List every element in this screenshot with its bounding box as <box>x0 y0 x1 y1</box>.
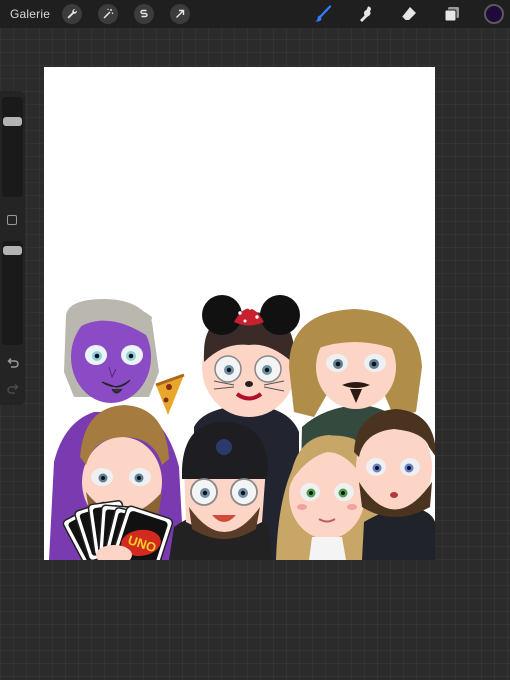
magic-wand-icon <box>103 8 114 19</box>
cartoon-group-artwork: UNO <box>49 295 435 560</box>
actions-wrench-button[interactable] <box>62 4 83 24</box>
layers-icon <box>444 7 459 22</box>
smudge-tool-button[interactable] <box>355 3 377 25</box>
eraser-icon <box>401 7 416 21</box>
brush-size-slider[interactable] <box>2 97 23 197</box>
brush-tool-button[interactable] <box>312 3 334 25</box>
wrench-icon <box>67 9 77 19</box>
opacity-handle[interactable] <box>3 246 22 255</box>
transform-button[interactable] <box>170 4 191 24</box>
smudge-icon <box>360 6 371 22</box>
opacity-slider[interactable] <box>2 241 23 345</box>
redo-icon[interactable] <box>6 383 20 395</box>
beanie-character <box>169 422 272 560</box>
drawing-canvas[interactable]: UNO <box>44 67 435 560</box>
color-picker-button[interactable] <box>484 4 504 24</box>
transform-arrow-icon <box>176 9 185 18</box>
dark-hair-bearded-character <box>354 409 435 560</box>
undo-icon[interactable] <box>6 357 20 369</box>
gallery-button[interactable]: Galerie <box>10 7 50 21</box>
modify-button[interactable] <box>7 215 17 225</box>
eraser-tool-button[interactable] <box>398 3 420 25</box>
brush-icon <box>315 5 332 22</box>
adjustments-button[interactable] <box>98 4 119 24</box>
left-sidebar <box>0 91 25 405</box>
selection-s-icon <box>140 9 148 18</box>
pizza-slice <box>155 373 185 415</box>
selection-button[interactable] <box>134 4 155 24</box>
layers-button[interactable] <box>441 3 463 25</box>
top-toolbar: Galerie <box>0 0 510 28</box>
brush-size-handle[interactable] <box>3 117 22 126</box>
